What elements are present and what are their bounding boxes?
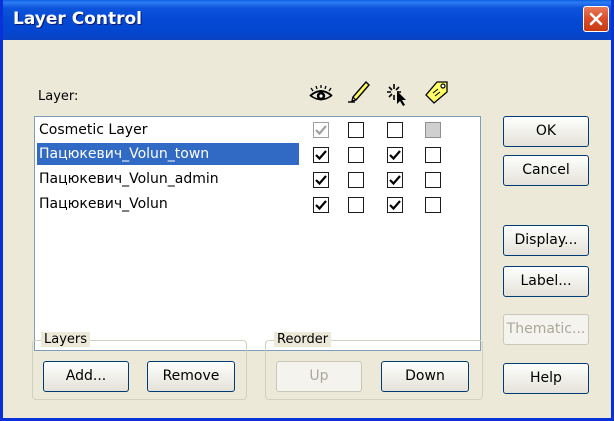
layer-name: Пацюкевич_Volun_town bbox=[37, 143, 299, 165]
display-button[interactable]: Display... bbox=[503, 225, 589, 256]
editable-checkbox[interactable] bbox=[348, 147, 364, 163]
layer-name: Cosmetic Layer bbox=[39, 122, 148, 138]
ok-button[interactable]: OK bbox=[503, 116, 589, 147]
list-item[interactable]: Пацюкевич_Volun_admin bbox=[37, 168, 223, 192]
move-down-button[interactable]: Down bbox=[381, 361, 469, 392]
selectable-checkbox[interactable] bbox=[387, 122, 403, 138]
close-icon bbox=[589, 12, 603, 26]
visible-checkbox[interactable] bbox=[313, 122, 329, 138]
title-bar[interactable]: Layer Control bbox=[3, 0, 611, 40]
visible-checkbox[interactable] bbox=[313, 172, 329, 188]
visible-checkbox[interactable] bbox=[313, 147, 329, 163]
move-up-button[interactable]: Up bbox=[276, 361, 362, 392]
layers-group-title: Layers bbox=[41, 332, 91, 347]
reorder-group-title: Reorder bbox=[274, 332, 332, 347]
help-button[interactable]: Help bbox=[503, 363, 589, 394]
selectable-icon bbox=[387, 84, 406, 106]
label-checkbox[interactable] bbox=[425, 122, 441, 138]
layer-list[interactable]: Cosmetic Layer Пацюкевич_Volun_town Пацю… bbox=[34, 116, 481, 351]
layer-name: Пацюкевич_Volun bbox=[39, 196, 168, 212]
list-item-selected[interactable]: Пацюкевич_Volun_town bbox=[37, 143, 299, 167]
thematic-button[interactable]: Thematic... bbox=[503, 314, 589, 345]
label-checkbox[interactable] bbox=[425, 172, 441, 188]
editable-checkbox[interactable] bbox=[348, 122, 364, 138]
reorder-group: Reorder Up Down bbox=[265, 332, 483, 400]
list-item[interactable]: Пацюкевич_Volun bbox=[37, 193, 172, 217]
label-checkbox[interactable] bbox=[425, 197, 441, 213]
label-button[interactable]: Label... bbox=[503, 266, 589, 297]
visible-checkbox[interactable] bbox=[313, 197, 329, 213]
dialog-body: Layer: Cosmetic Layer Пацюкевич_Volun_to… bbox=[3, 40, 611, 418]
layers-group: Layers Add... Remove bbox=[32, 332, 247, 400]
layer-name: Пацюкевич_Volun_admin bbox=[39, 171, 219, 187]
editable-checkbox[interactable] bbox=[348, 172, 364, 188]
editable-icon bbox=[348, 80, 370, 103]
editable-checkbox[interactable] bbox=[348, 197, 364, 213]
layer-list-header: Layer: bbox=[38, 89, 79, 104]
remove-layer-button[interactable]: Remove bbox=[147, 361, 235, 392]
selectable-checkbox[interactable] bbox=[387, 197, 403, 213]
cancel-button[interactable]: Cancel bbox=[503, 155, 589, 186]
layer-control-dialog: Layer Control Layer: Cosmetic Layer Пацю… bbox=[0, 0, 614, 421]
label-icon bbox=[425, 81, 448, 104]
add-layer-button[interactable]: Add... bbox=[43, 361, 129, 392]
label-checkbox[interactable] bbox=[425, 147, 441, 163]
selectable-checkbox[interactable] bbox=[387, 172, 403, 188]
window-title: Layer Control bbox=[13, 9, 142, 29]
list-item[interactable]: Cosmetic Layer bbox=[37, 119, 151, 143]
close-button[interactable] bbox=[583, 6, 609, 32]
visible-icon bbox=[309, 85, 333, 101]
selectable-checkbox[interactable] bbox=[387, 147, 403, 163]
